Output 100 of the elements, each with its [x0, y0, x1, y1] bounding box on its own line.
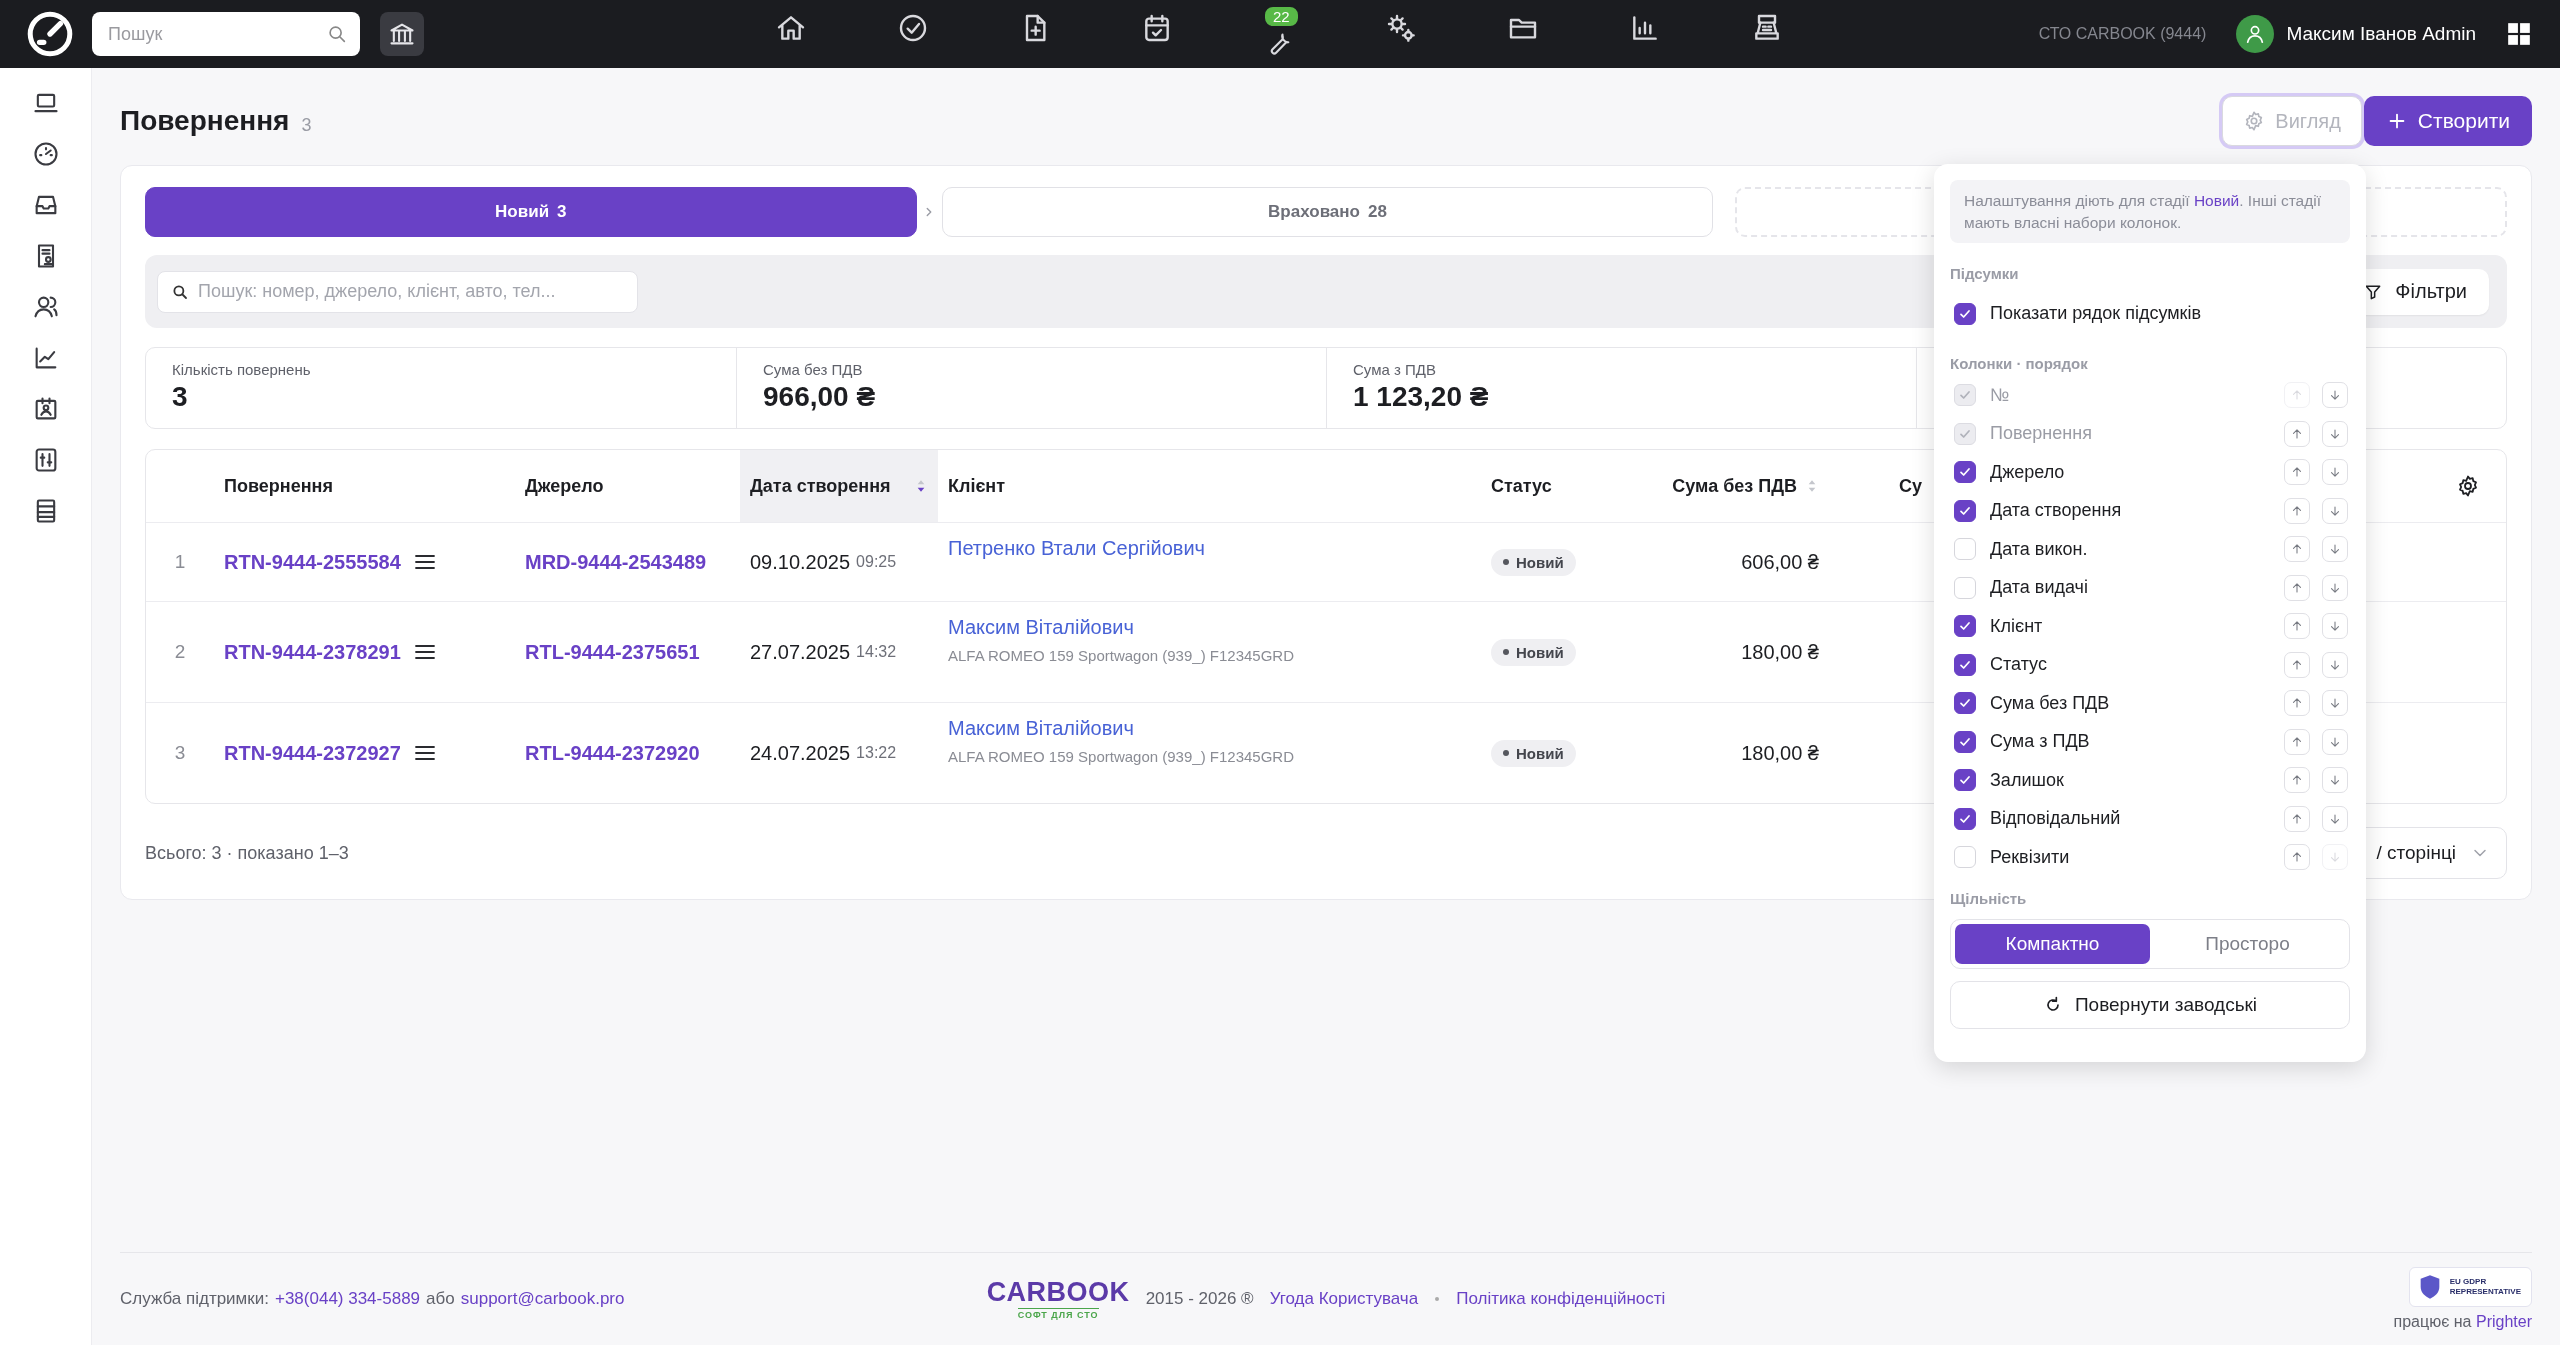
apps-grid-icon[interactable]: [2506, 21, 2532, 47]
checkbox[interactable]: [1954, 653, 1976, 676]
prighter-link[interactable]: Prighter: [2475, 1313, 2532, 1330]
client-link[interactable]: Петренко Втали Сергійович: [948, 537, 1205, 560]
arrow-up-icon: [2290, 850, 2304, 865]
client-link[interactable]: Максим Віталійович: [948, 616, 1134, 639]
source-link[interactable]: RTL-9444-2375651: [525, 640, 700, 664]
checkbox-label: Реквізити: [1990, 846, 2070, 868]
checkbox[interactable]: [1954, 769, 1976, 792]
phone-link[interactable]: +38(044) 334-5889: [274, 1289, 421, 1309]
amount-cell-text: 606,00 ₴: [1740, 549, 1820, 575]
amount-cell-text: 180,00 ₴: [1740, 740, 1820, 766]
arrow-up-icon: [2290, 465, 2304, 480]
arrow-up-icon: [2290, 580, 2304, 595]
time-text: 09:25: [856, 553, 897, 571]
brand-tagline: СОФТ ДЛЯ СТО: [1017, 1307, 1099, 1320]
bank-button[interactable]: [380, 12, 424, 56]
terms-link[interactable]: Угода Користувача: [1269, 1289, 1419, 1309]
date-text: 27.07.2025: [750, 640, 851, 664]
client-link[interactable]: Максим Віталійович: [948, 717, 1134, 740]
checkbox[interactable]: [1954, 692, 1976, 715]
arrow-up-icon: [2290, 657, 2304, 672]
checkbox-label: Сума з ПДВ: [1990, 731, 2090, 753]
arrow-down-icon: [2328, 503, 2342, 518]
density-option[interactable]: Просторо: [2150, 924, 2345, 965]
column-header: Су: [1899, 475, 1922, 497]
row-number: 3: [173, 741, 187, 765]
return-link[interactable]: RTN-9444-2378291: [224, 640, 401, 664]
checkbox[interactable]: [1954, 302, 1976, 325]
section-title: Щільність: [1950, 890, 2028, 908]
page-title: Повернення: [120, 105, 290, 137]
create-button[interactable]: Створити: [2363, 96, 2532, 146]
arrow-up-icon: [2290, 734, 2304, 749]
arrow-down-icon: [2328, 734, 2342, 749]
search-field[interactable]: Пошук: номер, джерело, клієнт, авто, тел...: [157, 270, 638, 313]
search-icon: [326, 23, 348, 45]
arrow-down-icon: [2328, 542, 2342, 557]
settings-icon[interactable]: [2456, 474, 2480, 498]
email-link[interactable]: support@carbook.pro: [460, 1289, 625, 1309]
summary-value: 3: [172, 381, 189, 413]
return-link[interactable]: RTN-9444-2372927: [224, 741, 401, 765]
return-link[interactable]: RTN-9444-2555584: [224, 550, 401, 574]
checkbox-label: Сума без ПДВ: [1990, 692, 2110, 714]
summary-label: Сума без ПДВ: [763, 361, 864, 378]
checkbox-label: Дата видачі: [1990, 577, 2088, 599]
arrow-down-icon: [2328, 580, 2342, 595]
user-name[interactable]: Максим Іванов Admin: [2286, 23, 2476, 45]
summary-value: 966,00 ₴: [763, 381, 877, 413]
checkbox[interactable]: [1954, 461, 1976, 484]
column-header: Статус: [1491, 475, 1552, 497]
checkbox[interactable]: [1954, 807, 1976, 830]
stage-tab[interactable]: Новий 3: [145, 187, 917, 237]
reset-button[interactable]: Повернути заводські: [1950, 981, 2350, 1030]
checkbox-label: №: [1990, 384, 2010, 406]
column-header: Джерело: [525, 475, 604, 497]
column-header: Дата створення: [750, 474, 891, 498]
arrow-down-icon: [2328, 465, 2342, 480]
pagination-summary: Всього: 3 · показано 1–3: [145, 842, 349, 864]
gears-icon[interactable]: [1385, 12, 1417, 44]
source-link[interactable]: RTL-9444-2372920: [525, 741, 700, 765]
time-text: 13:22: [856, 744, 897, 762]
company-name: СТО CARBOOK (9444): [2038, 25, 2207, 43]
arrow-down-icon: [2328, 696, 2342, 711]
checkbox-label: Дата викон.: [1990, 538, 2088, 560]
section-title: Колонки · порядок: [1950, 354, 2089, 372]
brand-logo: CARBOOK: [986, 1278, 1130, 1306]
checkbox-label: Відповідальний: [1990, 808, 2121, 830]
search-field[interactable]: Пошук: [92, 12, 360, 56]
support-label: Служба підтримки:: [120, 1289, 269, 1309]
arrow-down-icon: [2328, 850, 2342, 865]
checkbox[interactable]: [1954, 615, 1976, 638]
status-badge: Новий: [1491, 638, 1576, 666]
checkbox-label: Статус: [1990, 654, 2047, 676]
arrow-up-icon: [2290, 426, 2304, 441]
settings-note: Налаштування діють для стадії Новий. Інші стадії мають власні набори колонок.: [1950, 180, 2350, 244]
check-circle-icon[interactable]: [897, 12, 929, 44]
checkbox-label: Повернення: [1990, 423, 2092, 445]
column-header: Повернення: [224, 475, 333, 497]
gauge-icon[interactable]: [31, 140, 60, 168]
source-link[interactable]: MRD-9444-2543489: [525, 550, 707, 574]
stage-link[interactable]: Новий: [2193, 192, 2240, 209]
time-text: 14:32: [856, 643, 897, 661]
stage-tab[interactable]: Враховано 28: [941, 187, 1714, 237]
checkbox-label: Показати рядок підсумків: [1990, 303, 2201, 325]
summary-label: Кількість повернень: [172, 361, 312, 378]
arrow-down-icon: [2328, 657, 2342, 672]
checkbox[interactable]: [1954, 499, 1976, 522]
section-title: Підсумки: [1950, 265, 2020, 283]
summary-label: Сума з ПДВ: [1353, 361, 1437, 378]
status-badge: Новий: [1491, 548, 1576, 576]
checkbox-label: Дата створення: [1990, 500, 2122, 522]
arrow-down-icon: [2328, 426, 2342, 441]
privacy-link[interactable]: Політика конфіденційності: [1456, 1289, 1666, 1309]
density-option[interactable]: Компактно: [1955, 924, 2150, 965]
status-badge: Новий: [1491, 739, 1576, 767]
badge-subtitle: REPRESENTATIVE: [2449, 1287, 2521, 1297]
vehicle-text: ALFA ROMEO 159 Sportwagon (939_) F12345GRD: [948, 647, 1294, 664]
row-number: 2: [173, 640, 187, 664]
checkbox[interactable]: [1954, 730, 1976, 753]
amount-cell-text: 180,00 ₴: [1740, 639, 1820, 665]
